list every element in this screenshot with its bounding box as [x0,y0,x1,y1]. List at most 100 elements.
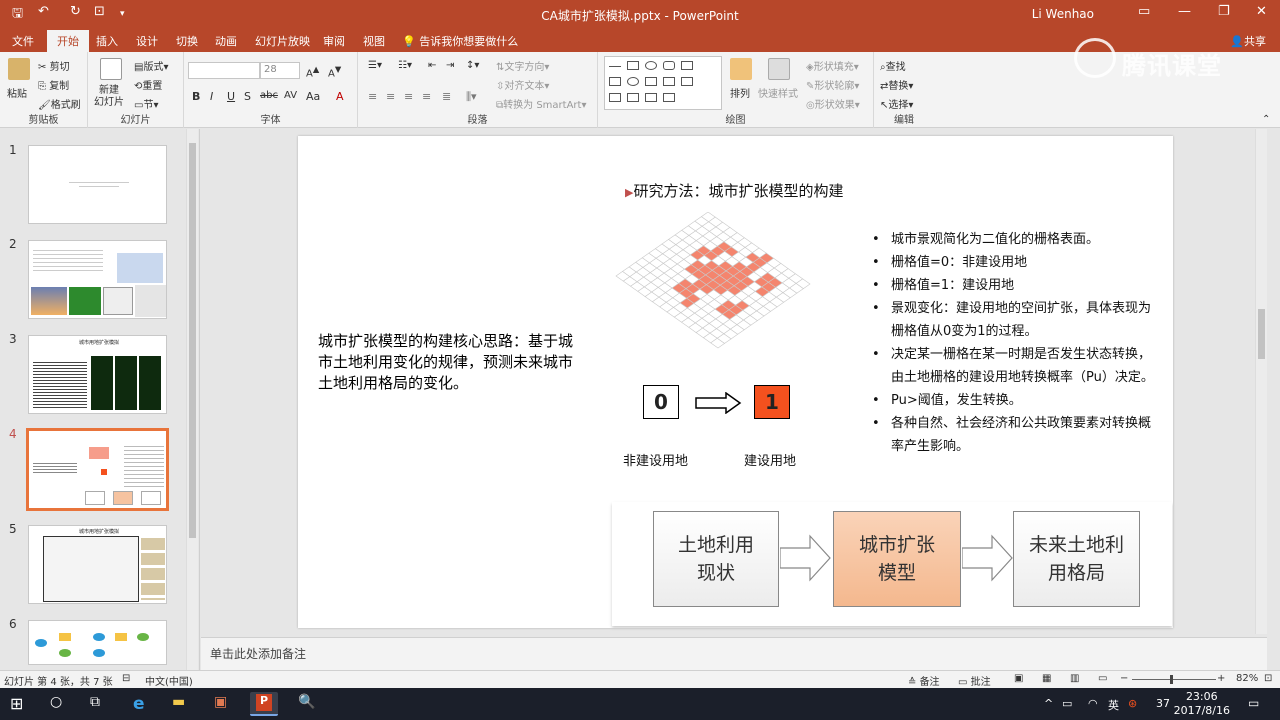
curve-shape[interactable] [609,93,621,102]
italic-button[interactable]: I [210,90,213,103]
find-button[interactable]: ⌕查找 [880,58,906,73]
edge-browser-icon[interactable]: e [133,694,145,714]
triangle-shape[interactable] [645,77,657,86]
powerpoint-taskbar-button[interactable]: P [250,692,278,716]
underline-button[interactable]: U [227,90,235,103]
decrease-indent-icon[interactable]: ⇤ [428,60,436,71]
reading-view-icon[interactable]: ▥ [1070,673,1079,684]
align-text-button[interactable]: ⇳对齐文本▾ [496,77,549,92]
wifi-icon[interactable]: ◠ [1088,697,1098,710]
fit-slide-icon[interactable]: ⊡ [1264,673,1272,684]
tab-file[interactable]: 文件 [12,33,34,49]
tab-animations[interactable]: 动画 [215,33,237,49]
tab-insert[interactable]: 插入 [96,33,118,49]
align-center-icon[interactable]: ≡ [386,90,395,103]
select-button[interactable]: ↖选择▾ [880,96,913,111]
font-color-button[interactable]: A [336,90,344,103]
arrange-button[interactable]: 排列 [730,85,750,100]
slide-canvas[interactable]: ▶研究方法：城市扩张模型的构建 城市扩张模型的构建核心思路：基于城市土地利用变化… [298,136,1173,628]
copy-button[interactable]: ⎘ 复制 [38,77,69,92]
new-slide-icon[interactable] [100,58,122,80]
bold-button[interactable]: B [192,90,200,103]
zoom-in-button[interactable]: + [1217,673,1225,684]
columns-icon[interactable]: ⫼▾ [466,90,477,104]
increase-indent-icon[interactable]: ⇥ [446,60,454,71]
paste-icon[interactable] [8,58,30,80]
square-shape[interactable] [609,77,621,86]
language-indicator[interactable]: 中文(中国) [145,673,193,688]
tell-me-box[interactable]: 💡 告诉我你想要做什么 [402,33,518,49]
oval-shape[interactable] [645,61,657,70]
shape-fill-button[interactable]: ◈形状填充▾ [806,58,859,73]
align-right-icon[interactable]: ≡ [404,90,413,103]
textbox-shape[interactable] [681,61,693,70]
shape-outline-button[interactable]: ✎形状轮廓▾ [806,77,859,92]
line-spacing-icon[interactable]: ↕▾ [466,60,479,71]
slide-thumbnail-3[interactable]: 城市用地扩张模拟 [28,335,167,414]
shadow-button[interactable]: S [244,90,251,103]
strikethrough-button[interactable]: abc [260,90,278,101]
replace-button[interactable]: ⇄替换▾ [880,77,913,92]
normal-view-icon[interactable]: ▣ [1014,673,1023,684]
notification-icon[interactable]: ▭ [1248,696,1259,710]
text-direction-button[interactable]: ⇅文字方向▾ [496,58,549,73]
task-view-icon[interactable]: ⧉ [90,694,100,710]
network-icon[interactable]: ▭ [1062,697,1072,710]
spellcheck-icon[interactable]: ⊟ [122,673,130,684]
ribbon-display-icon[interactable]: ▭ [1138,4,1150,19]
shapes-gallery[interactable] [604,56,722,110]
arrow-down-shape[interactable] [681,77,693,86]
show-hidden-icons[interactable]: ^ [1044,697,1053,710]
layout-button[interactable]: ▤版式▾ [134,58,168,73]
close-button[interactable]: ✕ [1256,4,1267,19]
line-shape[interactable] [609,66,621,75]
slide-scrollbar[interactable] [1255,129,1267,634]
reset-button[interactable]: ⟲重置 [134,77,162,92]
new-slide-button[interactable]: 新建 幻灯片 [94,85,124,109]
ime-indicator[interactable]: 英 [1108,697,1119,713]
minimize-button[interactable]: — [1178,4,1191,19]
distributed-icon[interactable]: ≣ [442,90,451,103]
tray-app-icon[interactable]: ⊛ [1128,697,1137,710]
app-icon[interactable]: ▣ [214,694,227,710]
paste-button[interactable]: 粘贴 [7,85,27,100]
zoom-out-button[interactable]: − [1120,673,1128,684]
slide-thumbnail-1[interactable] [28,145,167,224]
tab-slideshow[interactable]: 幻灯片放映 [255,33,310,49]
search-app-icon[interactable]: 🔍 [298,694,315,710]
tab-design[interactable]: 设计 [136,33,158,49]
tab-view[interactable]: 视图 [363,33,385,49]
arrow-shape[interactable] [663,77,675,86]
slide-scroll-thumb[interactable] [1258,309,1265,359]
justify-icon[interactable]: ≡ [422,90,431,103]
section-button[interactable]: ▭节▾ [134,96,158,111]
tab-home[interactable]: 开始 [47,30,89,52]
format-painter-button[interactable]: 🖌格式刷 [38,96,81,111]
file-explorer-icon[interactable]: ▬ [172,694,185,710]
quick-styles-button[interactable]: 快速样式 [758,85,798,100]
cut-button[interactable]: ✂ 剪切 [38,58,70,73]
windows-start-icon[interactable]: ⊞ [10,694,23,713]
star-shape[interactable] [645,93,657,102]
align-left-icon[interactable]: ≡ [368,90,377,103]
shape-effects-button[interactable]: ◎形状效果▾ [806,96,860,111]
tab-review[interactable]: 审阅 [323,33,345,49]
restore-button[interactable]: ❐ [1218,4,1230,19]
shrink-font-icon[interactable]: A▼ [328,64,341,79]
thumbnails-scroll-thumb[interactable] [189,143,196,538]
zoom-slider-thumb[interactable] [1170,675,1173,684]
zoom-slider[interactable] [1132,675,1216,684]
comments-toggle[interactable]: ▭ 批注 [958,673,991,688]
bracket-shape[interactable] [663,93,675,102]
notes-pane[interactable]: 单击此处添加备注 [201,637,1267,670]
thumbnails-scrollbar[interactable] [186,129,198,670]
font-name-input[interactable] [188,62,260,79]
smartart-button[interactable]: ⧉转换为 SmartArt▾ [496,96,586,111]
slide-thumbnail-2[interactable] [28,240,167,319]
font-size-input[interactable]: 28 [260,62,300,79]
quick-styles-icon[interactable] [768,58,790,80]
collapse-ribbon-icon[interactable]: ⌃ [1262,114,1270,125]
char-spacing-button[interactable]: AV [284,90,297,101]
bullets-icon[interactable]: ☰▾ [368,60,382,71]
notes-toggle[interactable]: ≙ 备注 [908,673,940,688]
